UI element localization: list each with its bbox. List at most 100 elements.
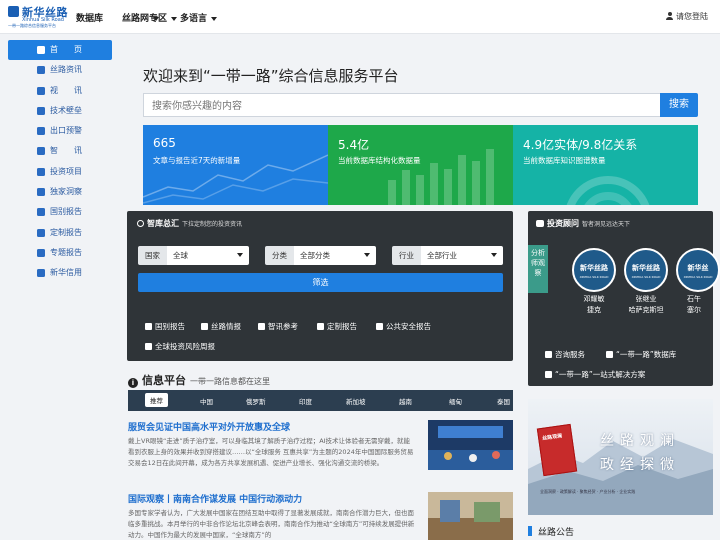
check-circle-icon bbox=[376, 323, 383, 330]
tab-recommend[interactable]: 推荐 bbox=[145, 393, 168, 407]
book-open-icon bbox=[258, 323, 265, 330]
country-tabs: 推荐 中国 俄罗斯 印度 新加坡 越南 缅甸 泰国 bbox=[128, 390, 513, 411]
stat-card-data[interactable]: 5.4亿 当前数据库结构化数据量 bbox=[328, 125, 513, 205]
link-risk-weekly[interactable]: 全球投资风险周报 bbox=[145, 341, 215, 352]
sidebar-item-news[interactable]: 丝路资讯 bbox=[8, 60, 112, 80]
sidebar-item-home[interactable]: 首 页 bbox=[8, 40, 112, 61]
sidebar-item-projects[interactable]: 投资项目 bbox=[8, 162, 112, 182]
chevron-down-icon bbox=[237, 253, 243, 257]
file-icon bbox=[145, 343, 152, 350]
link-intel-reference[interactable]: 智讯参考 bbox=[258, 321, 298, 332]
stat-desc: 当前数据库结构化数据量 bbox=[338, 156, 421, 165]
stat-number: 4.9亿实体/9.8亿关系 bbox=[523, 138, 638, 152]
industry-select[interactable]: 行业 全部行业 bbox=[392, 246, 503, 265]
announcement-title[interactable]: 丝路公告 bbox=[538, 525, 574, 538]
tab-singapore[interactable]: 新加坡 bbox=[346, 396, 366, 406]
globe-icon bbox=[37, 167, 45, 176]
news-image-2[interactable] bbox=[428, 492, 513, 540]
select-value[interactable]: 全部行业 bbox=[421, 246, 503, 265]
sidebar-item-country-report[interactable]: 国别报告 bbox=[8, 202, 112, 222]
sidebar-item-video[interactable]: 视 讯 bbox=[8, 81, 112, 101]
sidebar-item-tech-barrier[interactable]: 技术壁垒 bbox=[8, 101, 112, 121]
stat-card-articles[interactable]: 665 文章与报告近7天的新增量 bbox=[143, 125, 328, 205]
book-cover-icon: 丝路观澜 bbox=[536, 423, 578, 477]
stat-desc: 文章与报告近7天的新增量 bbox=[153, 156, 241, 165]
database-icon bbox=[606, 351, 613, 358]
tab-russia[interactable]: 俄罗斯 bbox=[246, 396, 266, 406]
tab-thailand[interactable]: 泰国 bbox=[497, 396, 510, 406]
alert-icon bbox=[37, 127, 45, 136]
search-input[interactable] bbox=[144, 95, 661, 118]
news-image-1[interactable] bbox=[428, 420, 513, 470]
link-consult-service[interactable]: 咨询服务 bbox=[545, 349, 585, 360]
expert-badge[interactable]: 新华丝路 XINHUA SILK ROAD bbox=[572, 248, 616, 292]
category-select[interactable]: 分类 全部分类 bbox=[265, 246, 376, 265]
select-value[interactable]: 全部分类 bbox=[294, 246, 376, 265]
expert-badge[interactable]: 新华丝路 XINHUA SILK ROAD bbox=[624, 248, 668, 292]
link-one-stop-solution[interactable]: “一带一路”一站式解决方案 bbox=[545, 369, 645, 380]
user-icon bbox=[666, 12, 673, 20]
link-country-report[interactable]: 国别报告 bbox=[145, 321, 185, 332]
news-title-2[interactable]: 国际观察丨南南合作谋发展 中国行动添动力 bbox=[128, 492, 302, 505]
lightbulb-icon bbox=[37, 147, 45, 156]
expert-name: 邓耀敏 捷克 bbox=[583, 295, 605, 314]
expert-name: 张继业 哈萨克斯坦 bbox=[628, 295, 664, 314]
sidebar-item-insight[interactable]: 独家洞察 bbox=[8, 182, 112, 202]
grid-icon bbox=[545, 351, 552, 358]
select-label: 国家 bbox=[138, 246, 167, 265]
wrench-icon bbox=[37, 106, 45, 115]
announce-marker bbox=[528, 526, 532, 536]
link-silk-intel[interactable]: 丝路情报 bbox=[201, 321, 241, 332]
sidebar-item-custom-report[interactable]: 定制报告 bbox=[8, 223, 112, 243]
news-body-1: 戴上VR眼镜“走进”质子治疗室，可以身临其境了解质子治疗过程；AI技术让体验者无… bbox=[128, 437, 414, 467]
nav-zone[interactable]: 专区 bbox=[149, 11, 178, 24]
link-brt-database[interactable]: “一带一路”数据库 bbox=[606, 349, 676, 360]
login-link[interactable]: 请您登陆 bbox=[666, 11, 708, 22]
edit-icon bbox=[37, 228, 45, 237]
news-title-1[interactable]: 服贸会见证中国高水平对外开放惠及全球 bbox=[128, 420, 290, 433]
logo-sub: 一带一路综合信息服务平台 bbox=[8, 23, 56, 28]
topic-icon bbox=[37, 248, 45, 257]
report-icon bbox=[145, 323, 152, 330]
tab-myanmar[interactable]: 缅甸 bbox=[449, 396, 462, 406]
info-platform-title: i 信息平台 一带一路信息都在这里 bbox=[128, 372, 270, 388]
expert-badge[interactable]: 新华丝 XINHUA SILK ROAD bbox=[676, 248, 720, 292]
banner-title: 丝路观澜 政经探微 bbox=[600, 433, 680, 473]
nav-language[interactable]: 多语言 bbox=[180, 11, 218, 24]
country-select[interactable]: 国家 全球 bbox=[138, 246, 249, 265]
chart-icon bbox=[37, 188, 45, 197]
pen-icon bbox=[317, 323, 324, 330]
expert-name: 石午 塞尔 bbox=[687, 295, 701, 314]
banner-footer: 全面洞察 · 政策解读 · 聚焦经贸 · 产业分析 · 企业实践 bbox=[540, 489, 636, 494]
nav-database[interactable]: 数据库 bbox=[76, 11, 103, 24]
select-label: 行业 bbox=[392, 246, 421, 265]
search-button[interactable]: 搜索 bbox=[660, 93, 698, 117]
news-body-2: 多国专家学者认为，广大发展中国家在团结互助中取得了显著发展成就，南南合作潜力巨大… bbox=[128, 509, 415, 539]
news-photo-icon bbox=[428, 420, 513, 470]
stat-card-graph[interactable]: 4.9亿实体/9.8亿关系 当前数据库知识图谱数量 bbox=[513, 125, 698, 205]
news-photo-icon bbox=[428, 492, 513, 540]
tab-india[interactable]: 印度 bbox=[299, 396, 312, 406]
top-bar: 新华丝路 Xinhua Silk Road 一带一路综合信息服务平台 数据库 丝… bbox=[0, 0, 720, 34]
filter-button[interactable]: 筛选 bbox=[138, 273, 503, 292]
sidebar-item-credit[interactable]: 新华信用 bbox=[8, 263, 112, 283]
link-custom-report[interactable]: 定制报告 bbox=[317, 321, 357, 332]
analyst-tab[interactable]: 分析师观察 bbox=[528, 245, 548, 293]
stat-number: 665 bbox=[153, 136, 176, 150]
select-label: 分类 bbox=[265, 246, 294, 265]
tab-vietnam[interactable]: 越南 bbox=[399, 396, 412, 406]
logo-mark-icon bbox=[8, 6, 19, 17]
consult-title: 投资顾问 智者洞见远达天下 bbox=[536, 218, 630, 229]
monitor-icon bbox=[37, 86, 45, 95]
select-value[interactable]: 全球 bbox=[167, 246, 249, 265]
sidebar-item-topic-report[interactable]: 专题报告 bbox=[8, 243, 112, 263]
sidebar-item-intel[interactable]: 智 讯 bbox=[8, 141, 112, 161]
sidebar-item-export-alert[interactable]: 出口预警 bbox=[8, 121, 112, 141]
chevron-down-icon bbox=[171, 16, 178, 21]
logo[interactable]: 新华丝路 Xinhua Silk Road 一带一路综合信息服务平台 bbox=[8, 4, 68, 30]
sidebar: 首 页 丝路资讯 视 讯 技术壁垒 出口预警 智 讯 投资项目 独家洞察 国别报… bbox=[8, 40, 112, 284]
tab-china[interactable]: 中国 bbox=[200, 396, 213, 406]
gear-icon bbox=[137, 220, 144, 227]
link-security-report[interactable]: 公共安全报告 bbox=[376, 321, 431, 332]
book-icon bbox=[201, 323, 208, 330]
